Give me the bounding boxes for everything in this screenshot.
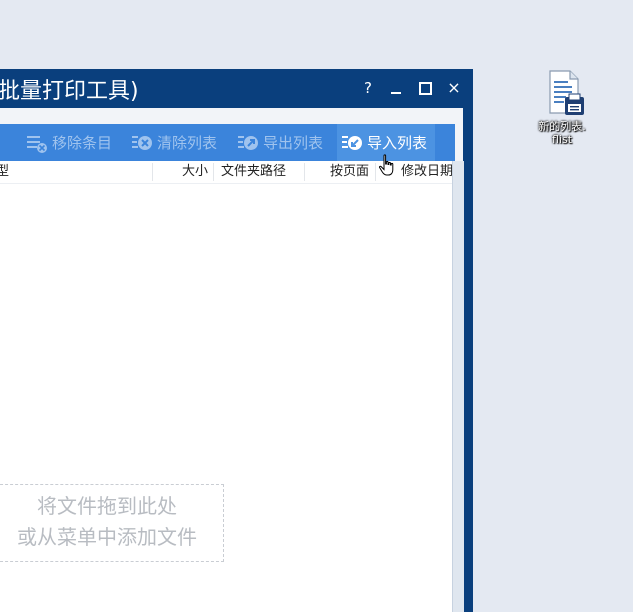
- column-folder-path[interactable]: 文件夹路径: [221, 161, 286, 183]
- desktop-file-label-line2: flist: [551, 133, 573, 146]
- clear-list-label: 清除列表: [157, 134, 218, 152]
- window-client-area: 移除条目 清除列表 导出列表 导入列表 型 大小 文件夹路径 按页面 修改日期 …: [0, 108, 464, 612]
- column-modified-date[interactable]: 修改日期: [401, 161, 453, 183]
- column-divider[interactable]: [152, 163, 153, 181]
- file-list[interactable]: 型 大小 文件夹路径 按页面 修改日期 将文件拖到此处 或从菜单中添加文件: [0, 161, 453, 612]
- minimize-button[interactable]: [384, 77, 408, 99]
- remove-item-button[interactable]: 移除条目: [26, 124, 112, 161]
- column-divider[interactable]: [375, 163, 376, 181]
- column-type[interactable]: 型: [0, 161, 9, 183]
- remove-item-label: 移除条目: [52, 134, 113, 152]
- minimize-icon: [391, 92, 401, 94]
- desktop: 批量打印工具) ? × 移除条目 清除列表 导出列表 导入列表 型 大小 文件夹…: [0, 0, 633, 612]
- list-file-icon: [549, 70, 584, 115]
- maximize-button[interactable]: [413, 77, 437, 99]
- column-divider[interactable]: [304, 163, 305, 181]
- import-list-label: 导入列表: [367, 134, 428, 152]
- vertical-scrollbar[interactable]: [452, 161, 464, 612]
- drop-zone[interactable]: 将文件拖到此处 或从菜单中添加文件: [0, 484, 224, 562]
- column-divider[interactable]: [213, 163, 214, 181]
- desktop-file-label-line1: 新的列表.: [538, 120, 586, 133]
- clear-list-button[interactable]: 清除列表: [131, 124, 217, 161]
- app-window: 批量打印工具) ? × 移除条目 清除列表 导出列表 导入列表 型 大小 文件夹…: [0, 69, 473, 612]
- export-list-button[interactable]: 导出列表: [237, 124, 323, 161]
- import-list-icon: [342, 135, 362, 150]
- window-title: 批量打印工具): [0, 79, 139, 104]
- clear-list-icon: [132, 135, 152, 150]
- help-button[interactable]: ?: [356, 77, 380, 99]
- maximize-icon: [419, 82, 432, 95]
- close-button[interactable]: ×: [442, 77, 466, 99]
- export-list-icon: [238, 135, 258, 150]
- remove-list-icon: [27, 135, 47, 153]
- title-bar[interactable]: 批量打印工具) ? ×: [0, 69, 473, 108]
- column-size[interactable]: 大小: [182, 161, 208, 183]
- export-list-label: 导出列表: [263, 134, 324, 152]
- column-by-page[interactable]: 按页面: [330, 161, 369, 183]
- hand-cursor-icon: [378, 154, 394, 176]
- desktop-file-icon[interactable]: 新的列表. flist: [519, 69, 605, 153]
- drop-hint-line2: 或从菜单中添加文件: [17, 525, 197, 549]
- drop-hint-line1: 将文件拖到此处: [37, 494, 177, 518]
- desktop-file-label: 新的列表. flist: [519, 120, 605, 146]
